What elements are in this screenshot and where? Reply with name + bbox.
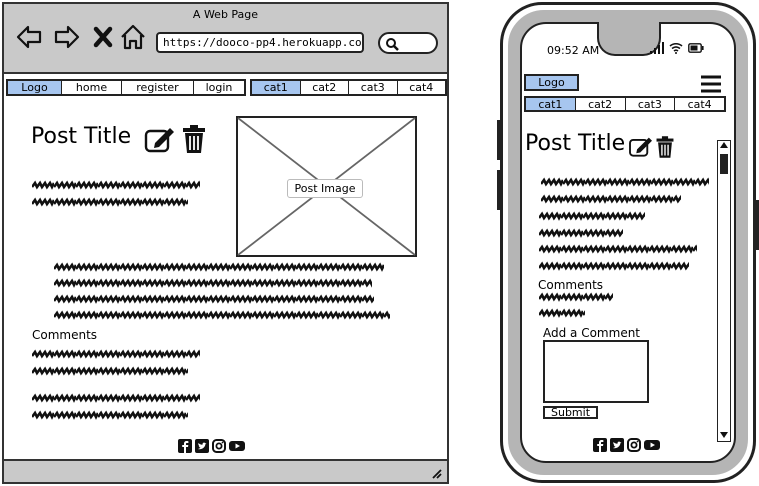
wifi-icon <box>669 42 683 54</box>
scrollbar[interactable] <box>717 140 731 442</box>
instagram-icon[interactable] <box>212 439 226 453</box>
facebook-icon[interactable] <box>593 438 607 452</box>
scroll-thumb[interactable] <box>720 154 728 174</box>
resize-grip-icon[interactable] <box>430 467 442 479</box>
mobile-placeholder-text-line <box>539 228 623 238</box>
youtube-icon[interactable] <box>229 439 245 453</box>
mobile-placeholder-text-line <box>539 211 645 221</box>
trash-icon[interactable] <box>181 124 207 154</box>
comment-text-line <box>32 393 200 403</box>
mobile-nav-category-1[interactable]: cat1 <box>526 98 576 111</box>
post-image-label: Post Image <box>287 179 363 198</box>
phone-side-button <box>497 120 501 160</box>
scroll-up-icon[interactable] <box>720 142 728 148</box>
mobile-trash-icon[interactable] <box>655 135 675 159</box>
phone-side-button <box>497 170 501 210</box>
nav-link-register[interactable]: register <box>122 81 194 94</box>
phone-power-button <box>755 200 759 250</box>
nav-logo[interactable]: Logo <box>8 81 62 94</box>
search-icon <box>386 38 399 51</box>
nav-category-2[interactable]: cat2 <box>301 81 349 94</box>
browser-status-bar <box>4 459 447 482</box>
nav-link-login[interactable]: login <box>194 81 244 94</box>
placeholder-text-line <box>54 294 374 304</box>
mobile-placeholder-text-line <box>539 244 697 254</box>
mobile-placeholder-text-line <box>541 177 709 187</box>
mobile-category-nav: cat1 cat2 cat3 cat4 <box>524 96 726 112</box>
mobile-social-links <box>593 438 665 454</box>
social-links <box>178 439 250 455</box>
nav-category-4[interactable]: cat4 <box>398 81 446 94</box>
facebook-icon[interactable] <box>178 439 192 453</box>
mobile-nav-category-4[interactable]: cat4 <box>675 98 724 111</box>
url-input[interactable]: https://dooco-pp4.herokuapp.co <box>156 32 364 53</box>
placeholder-text-line <box>54 310 390 320</box>
mobile-post-title: Post Title <box>525 131 626 156</box>
submit-button[interactable]: Submit <box>543 406 598 419</box>
placeholder-text-line <box>54 278 372 288</box>
nav-link-home[interactable]: home <box>62 81 122 94</box>
hamburger-menu-icon[interactable] <box>700 74 722 94</box>
mobile-edit-icon[interactable] <box>628 136 654 158</box>
edit-icon[interactable] <box>144 126 176 154</box>
back-arrow-icon[interactable] <box>16 24 42 50</box>
browser-window: A Web Page https://dooco-pp4.herokuapp.c… <box>2 2 449 484</box>
comments-heading: Comments <box>32 328 98 342</box>
desktop-main-nav: Logo home register login <box>6 79 246 96</box>
signal-icon <box>650 42 664 54</box>
comment-text-line <box>32 410 188 420</box>
mobile-nav-category-3[interactable]: cat3 <box>626 98 676 111</box>
mobile-placeholder-text-line <box>539 261 689 271</box>
placeholder-text-line <box>32 180 200 190</box>
youtube-icon[interactable] <box>644 438 660 452</box>
mobile-comment-text-line <box>539 308 585 318</box>
mobile-comment-text-line <box>539 292 613 302</box>
nav-category-1[interactable]: cat1 <box>252 81 301 94</box>
comment-text-line <box>32 349 200 359</box>
instagram-icon[interactable] <box>627 438 641 452</box>
twitter-icon[interactable] <box>195 439 209 453</box>
search-field[interactable] <box>378 32 438 54</box>
forward-arrow-icon[interactable] <box>54 24 80 50</box>
placeholder-text-line <box>32 197 188 207</box>
desktop-category-nav: cat1 cat2 cat3 cat4 <box>250 79 447 96</box>
window-title: A Web Page <box>192 8 259 21</box>
placeholder-text-line <box>54 262 384 272</box>
twitter-icon[interactable] <box>610 438 624 452</box>
comment-text-line <box>32 366 188 376</box>
post-title: Post Title <box>31 124 132 149</box>
close-x-icon[interactable] <box>92 24 114 50</box>
mobile-logo-nav: Logo <box>524 74 579 91</box>
mobile-nav-category-2[interactable]: cat2 <box>576 98 626 111</box>
mobile-comments-heading: Comments <box>538 278 604 292</box>
nav-category-3[interactable]: cat3 <box>349 81 398 94</box>
battery-icon <box>688 43 704 53</box>
scroll-down-icon[interactable] <box>720 432 728 438</box>
add-comment-label: Add a Comment <box>543 326 641 340</box>
mobile-placeholder-text-line <box>541 194 681 204</box>
browser-toolbar: A Web Page https://dooco-pp4.herokuapp.c… <box>4 4 447 74</box>
mobile-nav-logo[interactable]: Logo <box>526 76 577 89</box>
home-icon[interactable] <box>120 24 146 50</box>
status-time: 09:52 AM <box>547 44 600 57</box>
comment-textarea[interactable] <box>543 340 649 403</box>
